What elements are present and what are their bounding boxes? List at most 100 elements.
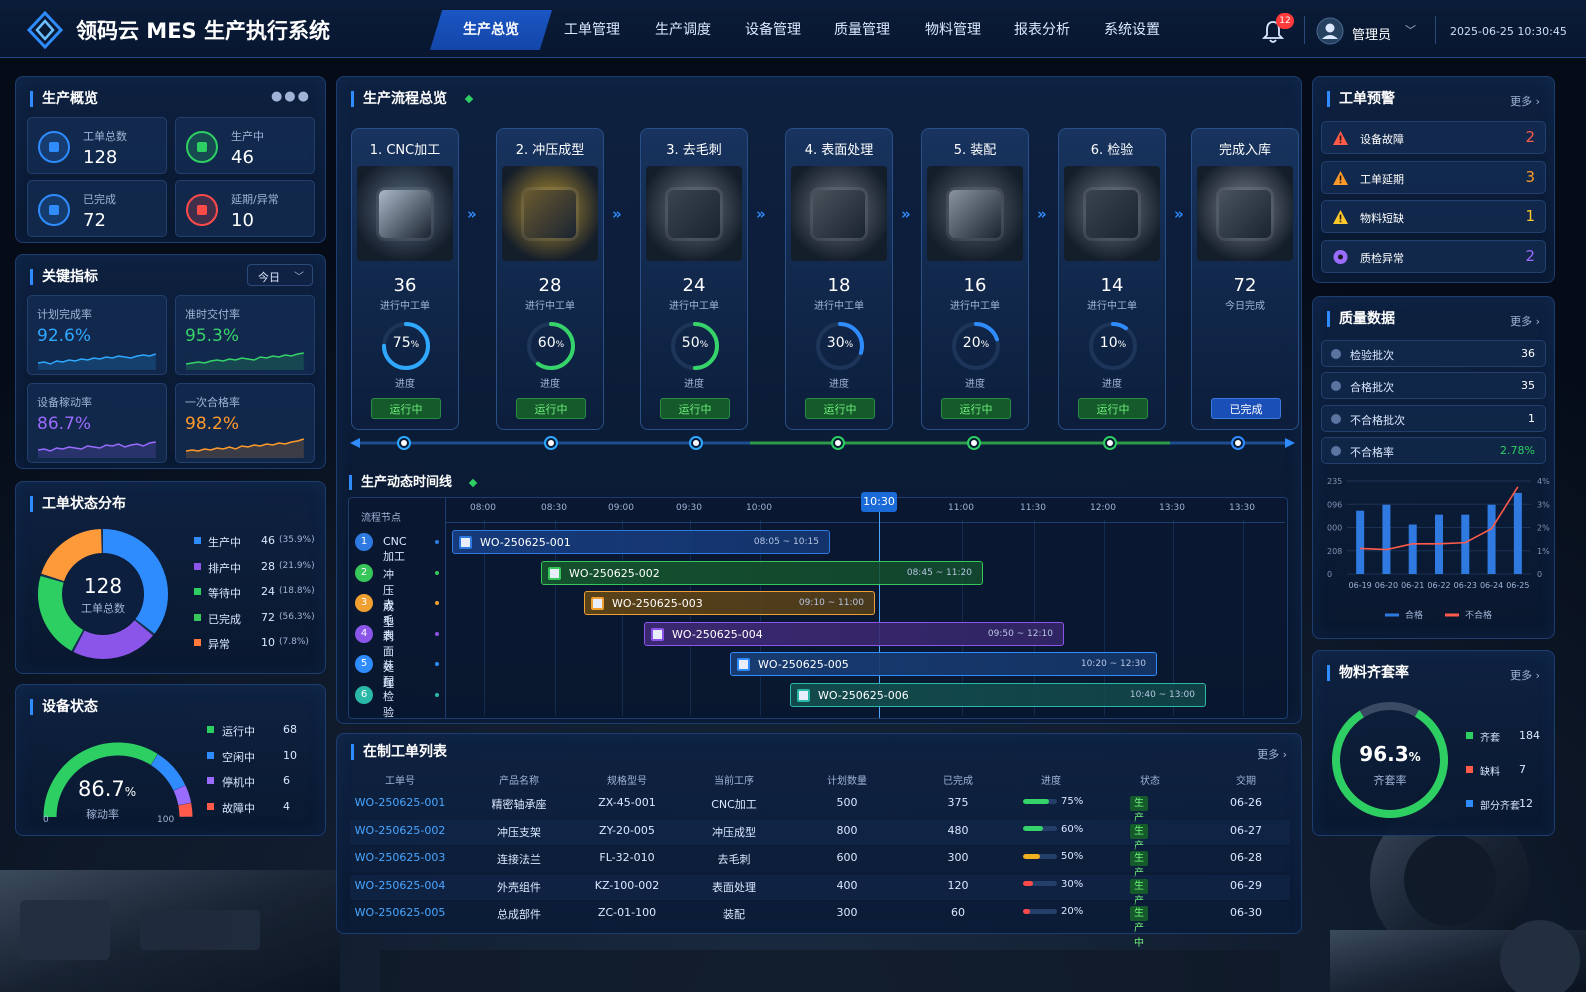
legend-swatch: [194, 613, 201, 621]
flow-stage[interactable]: 6. 检验 14 进行中工单 10% 进度 运行中: [1058, 128, 1166, 430]
status-badge: 生产中: [1130, 796, 1148, 839]
more-dots-icon[interactable]: ●●●: [271, 89, 311, 104]
chart-left-tick: 235: [1327, 477, 1342, 486]
gantt-bar[interactable]: WO-250625-004 09:50 ~ 12:10: [644, 621, 1064, 646]
legend-label: 运行中: [222, 725, 255, 738]
flow-progress-track: [350, 436, 1295, 450]
nav-quality[interactable]: 质量管理: [820, 10, 904, 50]
legend-pct: (56.3%): [279, 611, 315, 622]
flow-stage[interactable]: 完成入库 72 今日完成 已完成: [1191, 128, 1299, 430]
nav-reports[interactable]: 报表分析: [1000, 10, 1084, 50]
stage-name: 5. 装配: [953, 143, 997, 158]
stage-pct: 60%: [524, 335, 578, 351]
kpi-value: 95.3%: [185, 326, 240, 346]
flow-stage[interactable]: 5. 装配 16 进行中工单 20% 进度 运行中: [921, 128, 1029, 430]
legend-swatch: [194, 639, 201, 646]
chevron-down-icon[interactable]: ﹀: [1405, 22, 1416, 38]
chart-bar: [1382, 504, 1391, 574]
stage-progress-label: 进度: [965, 379, 985, 390]
gantt-bar[interactable]: WO-250625-001 08:05 ~ 10:15: [452, 530, 830, 554]
nav-materials[interactable]: 物料管理: [911, 10, 995, 50]
material-more-link[interactable]: 更多 ›: [1510, 667, 1540, 683]
table-cell-plan: 300: [836, 906, 858, 920]
nav-overview[interactable]: 生产总览: [430, 10, 552, 50]
table-cell-process: 去毛刺: [717, 853, 751, 867]
kpi-value: 92.6%: [37, 326, 92, 346]
alert-item[interactable]: 设备故障 2: [1321, 121, 1546, 154]
table-header-cell: 规格型号: [607, 776, 647, 787]
timeline-tick: 09:00: [608, 503, 634, 513]
table-cell-plan: 600: [836, 851, 858, 865]
overview-title: 生产概览: [30, 91, 98, 107]
progress-bar: [1023, 798, 1057, 804]
legend-pct: (7.8%): [279, 637, 309, 647]
stage-status-badge: 运行中: [516, 398, 586, 419]
quality-label: 不合格率: [1350, 446, 1394, 460]
stage-machine-image: [1197, 166, 1293, 261]
quality-label: 合格批次: [1350, 381, 1394, 395]
quality-more-link[interactable]: 更多 ›: [1510, 313, 1540, 329]
stage-sub: 进行中工单: [669, 301, 719, 312]
overview-card-label: 延期/异常: [231, 193, 279, 206]
nav-work-orders[interactable]: 工单管理: [550, 10, 634, 50]
legend-swatch: [207, 726, 214, 733]
flow-stage[interactable]: 1. CNC加工 36 进行中工单 75% 进度 运行中: [351, 128, 459, 430]
notification-badge: 12: [1276, 13, 1294, 29]
table-cell-wo[interactable]: WO-250625-002: [340, 824, 460, 837]
nav-settings[interactable]: 系统设置: [1090, 10, 1174, 50]
track-node-dot: [548, 440, 554, 446]
table-cell-wo[interactable]: WO-250625-004: [340, 879, 460, 892]
timeline-tick: 11:30: [1020, 503, 1046, 513]
track-node-dot: [1235, 440, 1241, 446]
progress-fill: [1023, 826, 1044, 832]
alert-item[interactable]: 物料短缺 1: [1321, 200, 1546, 234]
legend-count: 184: [1519, 729, 1540, 742]
chart-right-tick: 3%: [1537, 500, 1550, 509]
logo-icon: [26, 11, 64, 49]
timeline-tick: 10:00: [746, 503, 772, 513]
flow-stage[interactable]: 4. 表面处理 18 进行中工单 30% 进度 运行中: [785, 128, 893, 430]
kpi-value: 98.2%: [185, 414, 240, 434]
alert-count: 2: [1525, 128, 1535, 146]
machine-shape: [1219, 190, 1271, 238]
legend-label: 异常: [208, 638, 230, 651]
user-name[interactable]: 管理员: [1352, 24, 1391, 43]
table-cell-wo[interactable]: WO-250625-005: [340, 906, 460, 919]
table-cell-wo[interactable]: WO-250625-003: [340, 851, 460, 864]
timeline-tick: 08:00: [470, 503, 496, 513]
stage-machine-image: [646, 166, 742, 261]
quality-label: 检验批次: [1350, 349, 1394, 362]
table-cell-wo[interactable]: WO-250625-001: [340, 796, 460, 809]
status-dist-panel: 工单状态分布 128 工单总数 生产中 46 (35.9%) 排产中 28 (21.9%)…: [15, 481, 326, 674]
alert-item[interactable]: 质检异常 2: [1321, 239, 1546, 273]
gantt-bar-wo: WO-250625-002: [569, 566, 660, 580]
kpi-label: 准时交付率: [185, 308, 240, 321]
gantt-bar[interactable]: WO-250625-006 10:40 ~ 13:00: [790, 683, 1206, 707]
kpi-card: 一次合格率 98.2%: [175, 383, 315, 463]
table-cell-progress: 75%: [1023, 796, 1083, 807]
nav-scheduling[interactable]: 生产调度: [641, 10, 725, 50]
period-select[interactable]: 今日 ﹀: [247, 264, 313, 286]
gantt-bar[interactable]: WO-250625-003 09:10 ~ 11:00: [584, 591, 875, 616]
error-icon: [1332, 249, 1349, 265]
datetime: 2025-06-25 10:30:45: [1450, 25, 1567, 38]
table-header-cell: 当前工序: [714, 776, 754, 787]
status-badge: 生产中: [1130, 851, 1148, 894]
stage-machine-image: [927, 166, 1023, 261]
avatar[interactable]: [1316, 17, 1344, 45]
alert-circle-icon: [186, 194, 218, 226]
gantt-bar[interactable]: WO-250625-002 08:45 ~ 11:20: [541, 560, 983, 585]
alert-item[interactable]: 工单延期 3: [1321, 160, 1546, 194]
gantt-bar[interactable]: WO-250625-005 10:20 ~ 12:30: [730, 652, 1157, 677]
flow-stage[interactable]: 3. 去毛刺 24 进行中工单 50% 进度 运行中: [640, 128, 748, 430]
work-order-icon: [591, 597, 604, 611]
stage-pct-value: 50: [681, 335, 700, 351]
main-nav: 生产总览 工单管理 生产调度 设备管理 质量管理 物料管理 报表分析 系统设置: [430, 0, 1190, 58]
flow-stage[interactable]: 2. 冲压成型 28 进行中工单 60% 进度 运行中: [496, 128, 604, 430]
wo-table-more-link[interactable]: 更多 ›: [1257, 746, 1287, 762]
kpi-label: 设备稼动率: [37, 396, 92, 409]
progress-bar: [1023, 853, 1057, 859]
table-cell-spec: KZ-100-002: [594, 878, 660, 892]
nav-equipment[interactable]: 设备管理: [731, 10, 815, 50]
alerts-more-link[interactable]: 更多 ›: [1510, 93, 1540, 109]
